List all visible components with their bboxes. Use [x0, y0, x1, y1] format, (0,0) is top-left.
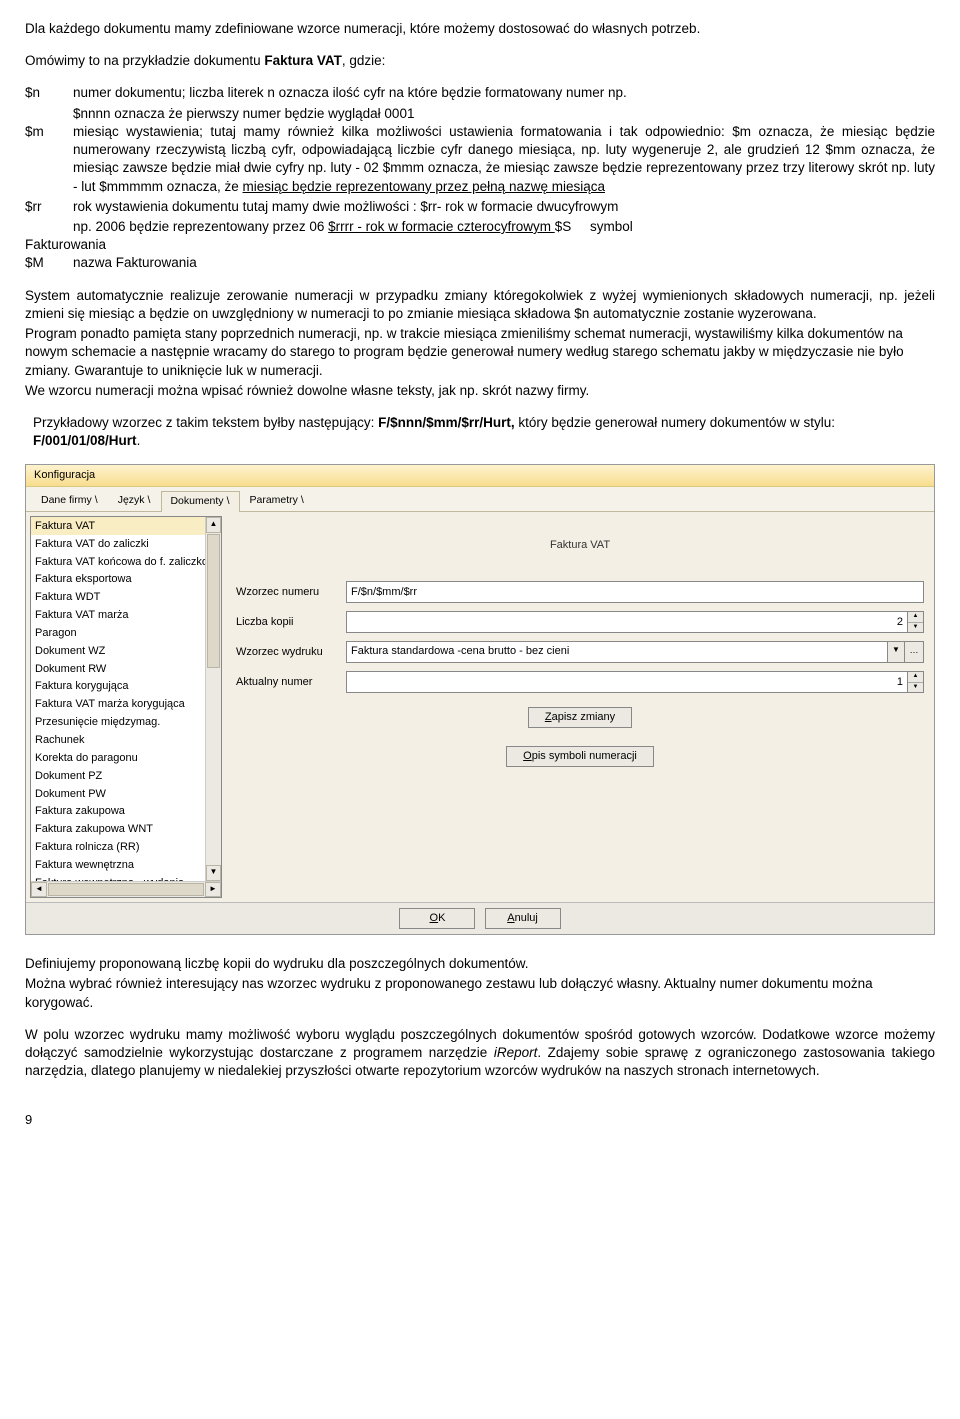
paragraph-program: Program ponadto pamięta stany poprzednic… — [25, 325, 935, 380]
window-footer: OK Anuluj — [26, 902, 934, 934]
spinner-liczba-kopii[interactable]: ▲ ▼ — [908, 611, 924, 633]
label-wzorzec-wydruku: Wzorzec wydruku — [236, 645, 346, 660]
ex-c: który będzie generował numery dokumentów… — [515, 415, 835, 430]
def-val-rr2: np. 2006 będzie reprezentowany przez 06 … — [73, 218, 935, 236]
def-key-rr: $rr — [25, 198, 73, 216]
list-item[interactable]: Faktura wewnętrzna — [31, 856, 221, 874]
tab-row: Dane firmy\Język\Dokumenty\Parametry\ — [26, 487, 934, 512]
intro-2a: Omówimy to na przykładzie dokumentu — [25, 53, 264, 68]
intro-2b: Faktura VAT — [264, 53, 342, 68]
tab-parametry[interactable]: Parametry\ — [240, 490, 314, 511]
paragraph-wzorzec: We wzorcu numeracji można wpisać również… — [25, 382, 935, 400]
spin-down-icon[interactable]: ▼ — [908, 623, 923, 633]
zapisz-zmiany-button[interactable]: Zapisz zmiany — [528, 707, 632, 728]
ex-d: F/001/01/08/Hurt — [33, 433, 137, 448]
list-item[interactable]: Faktura zakupowa — [31, 803, 221, 821]
anuluj-button[interactable]: Anuluj — [485, 908, 561, 929]
list-item[interactable]: Faktura WDT — [31, 589, 221, 607]
spin-up-icon[interactable]: ▲ — [908, 612, 923, 623]
def-val-m: miesiąc wystawienia; tutaj mamy również … — [73, 123, 935, 196]
intro-line-1: Dla każdego dokumentu mamy zdefiniowane … — [25, 20, 935, 38]
ex-a: Przykładowy wzorzec z takim tekstem byłb… — [33, 415, 378, 430]
opis-symboli-button[interactable]: Opis symboli numeracji — [506, 746, 654, 767]
tab-dane-firmy[interactable]: Dane firmy\ — [32, 490, 109, 511]
def-key-n: $n — [25, 84, 73, 102]
list-item[interactable]: Faktura VAT marża — [31, 607, 221, 625]
paragraph-wzorzec-wydruku: W polu wzorzec wydruku mamy możliwość wy… — [25, 1026, 935, 1081]
list-item[interactable]: Faktura VAT końcowa do f. zaliczko — [31, 553, 221, 571]
tab-język[interactable]: Język\ — [109, 490, 162, 511]
scroll-thumb-v[interactable] — [207, 534, 220, 667]
def-key-m: $m — [25, 123, 73, 196]
list-item[interactable]: Faktura eksportowa — [31, 571, 221, 589]
form-title: Faktura VAT — [236, 520, 924, 581]
dropdown-icon[interactable]: ▼ — [888, 641, 905, 663]
p3i: iReport — [494, 1045, 538, 1060]
scroll-down-icon[interactable]: ▼ — [206, 865, 221, 881]
scroll-right-icon[interactable]: ► — [205, 882, 221, 897]
page-number: 9 — [25, 1111, 935, 1129]
document-listbox[interactable]: Faktura VATFaktura VAT do zaliczkiFaktur… — [30, 516, 222, 898]
def-val-M: nazwa Fakturowania — [73, 254, 935, 272]
intro-line-2: Omówimy to na przykładzie dokumentu Fakt… — [25, 52, 935, 70]
list-item[interactable]: Dokument RW — [31, 660, 221, 678]
list-item[interactable]: Dokument WZ — [31, 642, 221, 660]
list-item[interactable]: Faktura VAT — [31, 517, 221, 535]
list-item[interactable]: Faktura korygująca — [31, 678, 221, 696]
def-val-n2: $nnnn oznacza że pierwszy numer będzie w… — [73, 105, 935, 123]
def-val-n: numer dokumentu; liczba literek n oznacz… — [73, 84, 935, 102]
label-liczba-kopii: Liczba kopii — [236, 615, 346, 630]
scroll-up-icon[interactable]: ▲ — [206, 517, 221, 533]
list-item[interactable]: Faktura VAT marża korygująca — [31, 696, 221, 714]
def-key-M: $M — [25, 254, 73, 272]
paragraph-mozna-wybrac: Można wybrać również interesujący nas wz… — [25, 975, 935, 1011]
list-item[interactable]: Faktura VAT do zaliczki — [31, 535, 221, 553]
input-wzorzec-numeru[interactable] — [346, 581, 924, 603]
ex-e: . — [137, 433, 141, 448]
tab-dokumenty[interactable]: Dokumenty\ — [161, 491, 240, 512]
list-scrollbar-v[interactable]: ▲ ▼ — [205, 517, 221, 881]
ok-button[interactable]: OK — [399, 908, 475, 929]
label-aktualny-numer: Aktualny numer — [236, 675, 346, 690]
spinner-aktualny-numer[interactable]: ▲ ▼ — [908, 671, 924, 693]
definitions-block: $n numer dokumentu; liczba literek n ozn… — [25, 84, 935, 272]
browse-button[interactable]: … — [905, 641, 924, 663]
list-item[interactable]: Dokument PZ — [31, 767, 221, 785]
list-item[interactable]: Faktura wewnętrzna - wydania — [31, 874, 221, 881]
config-window: Konfiguracja Dane firmy\Język\Dokumenty\… — [25, 464, 935, 935]
def-val-m-underline: miesiąc będzie reprezentowany przez pełn… — [243, 179, 605, 194]
list-item[interactable]: Przesunięcie międzymag. — [31, 714, 221, 732]
def-fakturowania: Fakturowania — [25, 236, 935, 254]
def-rr2a: np. 2006 będzie reprezentowany przez 06 — [73, 219, 328, 234]
input-liczba-kopii[interactable] — [346, 611, 908, 633]
select-wzorzec-wydruku[interactable]: Faktura standardowa -cena brutto - bez c… — [346, 641, 888, 663]
scroll-thumb-h[interactable] — [48, 883, 204, 896]
list-item[interactable]: Dokument PW — [31, 785, 221, 803]
def-rr2u: $rrrr - rok w formacie czterocyfrowym — [328, 219, 555, 234]
intro-2c: , gdzie: — [342, 53, 386, 68]
list-item[interactable]: Rachunek — [31, 732, 221, 750]
list-scrollbar-h[interactable]: ◄ ► — [31, 881, 221, 897]
def-rr2b: $S symbol — [555, 219, 633, 234]
example-text: Przykładowy wzorzec z takim tekstem byłb… — [33, 414, 935, 450]
paragraph-system: System automatycznie realizuje zerowanie… — [25, 287, 935, 323]
paragraph-definiujemy: Definiujemy proponowaną liczbę kopii do … — [25, 955, 935, 973]
scroll-left-icon[interactable]: ◄ — [31, 882, 47, 897]
label-wzorzec-numeru: Wzorzec numeru — [236, 585, 346, 600]
spin-up-icon[interactable]: ▲ — [908, 672, 923, 683]
window-title: Konfiguracja — [26, 465, 934, 487]
input-aktualny-numer[interactable] — [346, 671, 908, 693]
form-area: Faktura VAT Wzorzec numeru Liczba kopii … — [226, 512, 934, 902]
ex-b: F/$nnn/$mm/$rr/Hurt, — [378, 415, 515, 430]
list-item[interactable]: Paragon — [31, 624, 221, 642]
def-val-rr: rok wystawienia dokumentu tutaj mamy dwi… — [73, 198, 935, 216]
list-item[interactable]: Korekta do paragonu — [31, 749, 221, 767]
list-item[interactable]: Faktura zakupowa WNT — [31, 821, 221, 839]
spin-down-icon[interactable]: ▼ — [908, 683, 923, 693]
list-item[interactable]: Faktura rolnicza (RR) — [31, 839, 221, 857]
